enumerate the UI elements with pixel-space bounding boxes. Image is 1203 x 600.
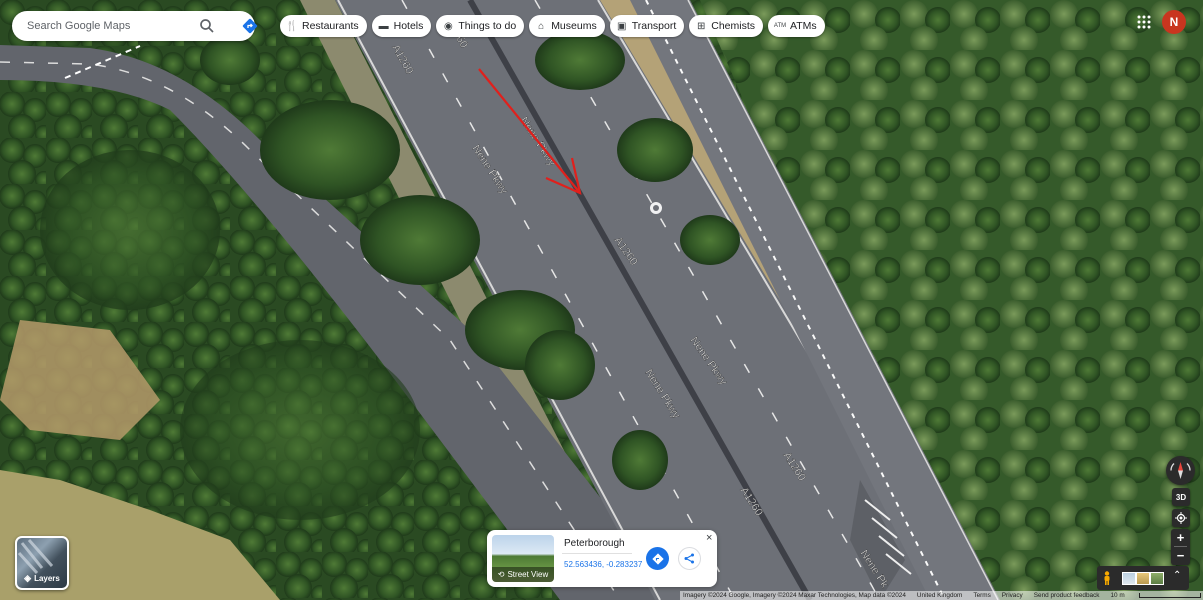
- pegman-icon[interactable]: [1102, 571, 1112, 585]
- museum-icon: ⌂: [538, 20, 545, 32]
- search-input[interactable]: [27, 20, 187, 32]
- scale-label: 10 m: [1110, 592, 1125, 599]
- chip-label: ATMs: [790, 20, 817, 32]
- atm-icon: ATM: [773, 23, 787, 29]
- chip-things-to-do[interactable]: ◉ Things to do: [436, 15, 525, 37]
- chip-label: Hotels: [393, 20, 424, 32]
- camera-icon: ◉: [444, 20, 453, 32]
- search-box[interactable]: [12, 11, 258, 41]
- bed-icon: ▬: [378, 20, 389, 32]
- train-icon: ▣: [616, 20, 627, 32]
- imagery-panel: ⌃: [1097, 566, 1189, 590]
- share-icon: [684, 553, 694, 564]
- privacy-link[interactable]: Privacy: [1002, 592, 1023, 599]
- zoom-controls: + −: [1171, 529, 1190, 565]
- layers-icon: ◈: [24, 573, 32, 583]
- street-view-icon: ⟲: [497, 570, 505, 579]
- compass-button[interactable]: [1166, 456, 1195, 485]
- imagery-thumbnail[interactable]: [1122, 572, 1136, 585]
- close-icon[interactable]: ×: [706, 532, 712, 544]
- feedback-link[interactable]: Send product feedback: [1034, 592, 1100, 599]
- chip-restaurants[interactable]: 🍴 Restaurants: [280, 15, 367, 37]
- street-view-text: Street View: [507, 570, 549, 579]
- pharmacy-icon: ⊞: [697, 20, 706, 32]
- street-view-thumbnail[interactable]: ⟲ Street View: [492, 535, 554, 582]
- chip-label: Chemists: [711, 20, 756, 32]
- region-link[interactable]: United Kingdom: [917, 592, 962, 599]
- chip-museums[interactable]: ⌂ Museums: [529, 15, 605, 37]
- directions-icon[interactable]: [241, 17, 259, 35]
- search-icon[interactable]: [198, 17, 216, 35]
- fork-knife-icon: 🍴: [285, 20, 299, 32]
- chip-label: Transport: [631, 20, 677, 32]
- layers-label: Layers: [34, 574, 60, 583]
- compass-icon: [1170, 462, 1191, 479]
- street-view-label: ⟲ Street View: [492, 567, 554, 582]
- imagery-thumbnail[interactable]: [1150, 572, 1164, 585]
- chip-atms[interactable]: ATM ATMs: [768, 15, 825, 37]
- chip-label: Museums: [551, 20, 597, 32]
- directions-button[interactable]: [646, 547, 669, 570]
- my-location-button[interactable]: [1172, 509, 1190, 527]
- map-footer: Imagery ©2024 Google, Imagery ©2024 Maxa…: [680, 591, 1203, 600]
- place-title: Peterborough: [564, 538, 625, 549]
- coordinates-link[interactable]: 52.563436, -0.283237: [564, 560, 642, 569]
- imagery-attribution: Imagery ©2024 Google, Imagery ©2024 Maxa…: [683, 592, 906, 599]
- street-view-card: ⟲ Street View Peterborough 52.563436, -0…: [487, 530, 717, 587]
- chip-label: Things to do: [458, 20, 517, 32]
- zoom-in-button[interactable]: +: [1171, 529, 1190, 546]
- zoom-out-button[interactable]: −: [1171, 547, 1190, 564]
- 3d-button[interactable]: 3D: [1172, 488, 1190, 506]
- account-avatar[interactable]: N: [1162, 10, 1186, 34]
- chip-transport[interactable]: ▣ Transport: [609, 15, 685, 37]
- divider: [562, 553, 632, 554]
- layers-button[interactable]: ◈ Layers: [15, 536, 69, 590]
- my-location-icon: [1175, 512, 1187, 524]
- terms-link[interactable]: Terms: [973, 592, 990, 599]
- scale-bar: [1138, 593, 1201, 598]
- category-chips: 🍴 Restaurants ▬ Hotels ◉ Things to do ⌂ Muse…: [280, 15, 825, 37]
- expand-icon[interactable]: ⌃: [1173, 570, 1181, 581]
- imagery-thumbnail[interactable]: [1136, 572, 1150, 585]
- chip-label: Restaurants: [302, 20, 359, 32]
- scale-control[interactable]: 10 m: [1110, 592, 1203, 599]
- apps-grid-icon[interactable]: [1136, 14, 1152, 30]
- chip-chemists[interactable]: ⊞ Chemists: [689, 15, 764, 37]
- chip-hotels[interactable]: ▬ Hotels: [371, 15, 432, 37]
- share-button[interactable]: [678, 547, 701, 570]
- satellite-map[interactable]: A1260 60 Nene Pkwy Nene Pkwy A1260 Nene …: [0, 0, 1203, 600]
- layers-label-row: ◈ Layers: [17, 573, 67, 584]
